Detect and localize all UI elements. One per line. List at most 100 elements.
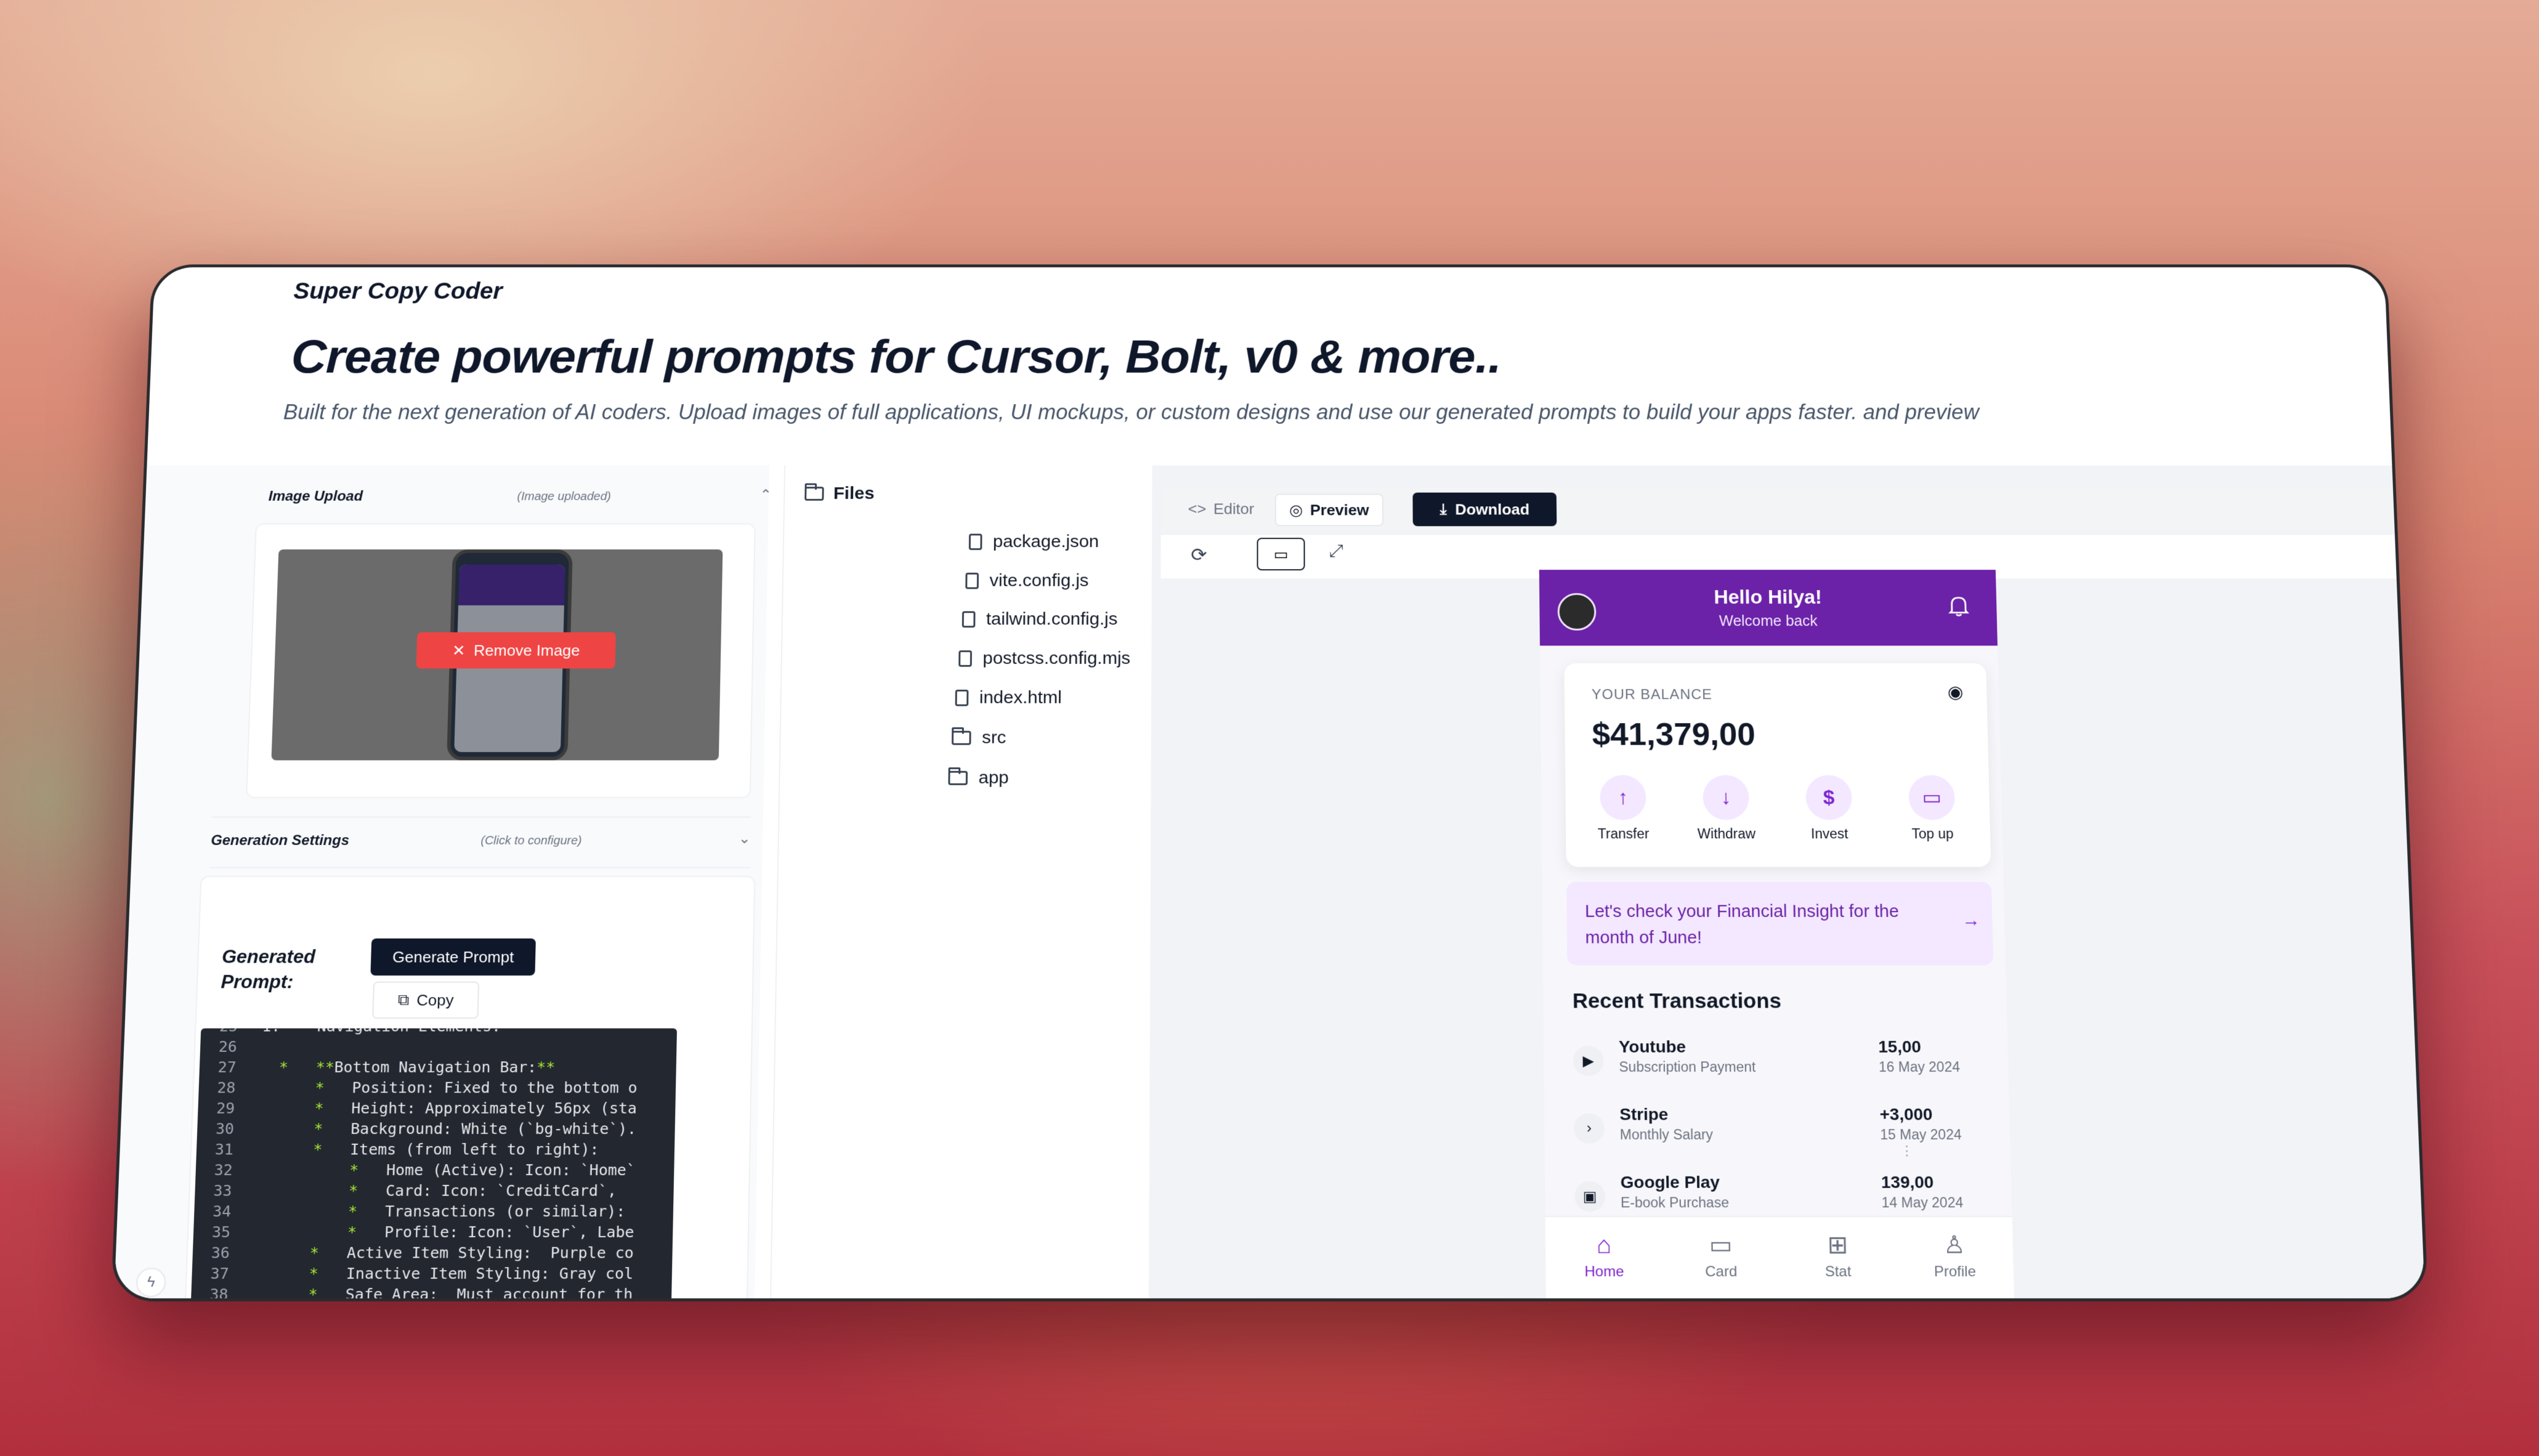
file-item[interactable]: index.html	[955, 688, 1062, 708]
code-line: 38 * Safe Area: Must account for th	[191, 1285, 633, 1301]
chevron-down-icon[interactable]: ⌄	[739, 830, 751, 847]
download-icon: ⤓	[1440, 499, 1447, 518]
resize-handle[interactable]: ⋮	[1900, 1143, 1913, 1159]
action-label: Top up	[1911, 826, 1954, 842]
file-name: tailwind.config.js	[986, 609, 1118, 629]
code-line: 33 * Card: Icon: `CreditCard`,	[195, 1182, 617, 1203]
line-number: 33	[213, 1181, 232, 1200]
code-line: 27 * **Bottom Navigation Bar:**	[199, 1058, 555, 1078]
line-number: 37	[210, 1264, 230, 1283]
nav-card[interactable]: ▭ Card	[1662, 1231, 1780, 1280]
quick-actions: ↑ Transfer ↓ Withdraw $ Invest ▭ Top up	[1577, 775, 1978, 842]
home-icon: ⌂	[1596, 1231, 1612, 1259]
file-name: postcss.config.mjs	[982, 649, 1131, 668]
uploaded-image-preview: ✕ Remove Image	[271, 549, 723, 761]
desktop-view-icon[interactable]: ▭	[1257, 538, 1305, 571]
eye-icon[interactable]: ◉	[1947, 682, 1963, 702]
code-text: * Safe Area: Must account for th	[308, 1285, 633, 1302]
action-invest[interactable]: $ Invest	[1783, 775, 1876, 842]
files-header: Files	[804, 484, 875, 504]
line-number: 36	[211, 1244, 230, 1262]
transaction-date: 16 May 2024	[1878, 1059, 1961, 1075]
folder-item[interactable]: app	[948, 768, 1009, 788]
tab-editor[interactable]: <> Editor	[1188, 494, 1254, 524]
tab-preview[interactable]: ◎ Preview	[1274, 493, 1383, 527]
brand-logo[interactable]: Super Copy Coder	[293, 279, 503, 305]
action-withdraw[interactable]: ↓ Withdraw	[1680, 775, 1772, 842]
profile-icon: ♙	[1943, 1231, 1966, 1259]
transaction-row[interactable]: › Stripe Monthly Salary +3,000 15 May 2024	[1573, 1104, 1991, 1165]
code-text: * Home (Active): Icon: `Home`	[349, 1161, 636, 1179]
action-icon: $	[1805, 775, 1853, 820]
chevron-up-icon[interactable]: ⌃	[759, 487, 772, 503]
nav-home[interactable]: ⌂ Home	[1545, 1231, 1663, 1280]
code-text: * **Bottom Navigation Bar:**	[278, 1058, 556, 1076]
code-line: 29 * Height: Approximately 56px (sta	[198, 1099, 638, 1120]
line-number: 26	[218, 1038, 238, 1056]
file-name: vite.config.js	[989, 571, 1089, 591]
code-line: 28 * Position: Fixed to the bottom o	[198, 1079, 638, 1099]
action-transfer[interactable]: ↑ Transfer	[1577, 775, 1669, 842]
line-number: 30	[215, 1120, 235, 1138]
line-number: 34	[212, 1202, 232, 1221]
bottom-navigation: ⌂ Home ▭ Card ⊞ Stat ♙ Profile	[1545, 1216, 2015, 1302]
transaction-description: E-book Purchase	[1620, 1194, 1730, 1211]
nav-label: Stat	[1824, 1263, 1852, 1280]
close-icon: ✕	[452, 641, 466, 659]
page-headline: Create powerful prompts for Cursor, Bolt…	[290, 330, 1502, 383]
file-item[interactable]: package.json	[968, 532, 1099, 552]
nav-stat[interactable]: ⊞ Stat	[1779, 1231, 1897, 1280]
expand-icon[interactable]: ⤢	[1329, 541, 1343, 561]
line-number: 32	[214, 1161, 233, 1179]
file-icon	[962, 611, 976, 628]
code-text: * Height: Approximately 56px (sta	[314, 1099, 638, 1117]
folder-item[interactable]: src	[951, 728, 1006, 748]
nav-label: Card	[1705, 1263, 1738, 1280]
bell-icon[interactable]	[1948, 594, 1969, 618]
code-text: * Profile: Icon: `User`, Labe	[347, 1223, 634, 1241]
file-name: index.html	[979, 687, 1062, 708]
action-top-up[interactable]: ▭ Top up	[1886, 775, 1978, 842]
transaction-row[interactable]: ▶ Youtube Subscription Payment 15,00 16 May …	[1573, 1037, 1990, 1098]
divider	[209, 867, 750, 868]
file-item[interactable]: vite.config.js	[965, 571, 1089, 591]
transaction-date: 14 May 2024	[1881, 1194, 1964, 1211]
file-icon	[965, 572, 979, 589]
line-number: 38	[209, 1285, 229, 1302]
recent-transactions-title: Recent Transactions	[1572, 989, 1782, 1013]
file-item[interactable]: tailwind.config.js	[962, 609, 1118, 629]
balance-amount: $41,379,00	[1592, 716, 1756, 753]
code-text: 1. **Navigation Elements:**	[262, 1029, 519, 1035]
copy-label: Copy	[416, 990, 454, 1009]
file-item[interactable]: postcss.config.mjs	[958, 649, 1130, 668]
transaction-date: 15 May 2024	[1880, 1126, 1962, 1143]
nav-profile[interactable]: ♙ Profile	[1896, 1231, 2014, 1280]
arrow-right-icon: →	[1961, 910, 1981, 931]
upload-section-header[interactable]: Image Upload	[268, 488, 363, 504]
settings-section-header[interactable]: Generation Settings	[211, 833, 349, 849]
file-name: package.json	[992, 532, 1099, 551]
tab-preview-label: Preview	[1310, 501, 1369, 519]
code-editor[interactable]: 25 1. **Navigation Elements:** 26 27 * **Bo…	[190, 1028, 678, 1302]
line-number: 35	[211, 1223, 231, 1241]
action-label: Withdraw	[1697, 826, 1756, 842]
copy-button[interactable]: ⧉ Copy	[372, 981, 480, 1019]
code-text: * Transactions (or similar):	[347, 1202, 626, 1221]
action-icon: ▭	[1908, 775, 1956, 820]
refresh-icon[interactable]: ⟳	[1191, 544, 1207, 566]
transaction-icon: ›	[1573, 1113, 1605, 1144]
transaction-amount: +3,000	[1879, 1104, 1933, 1124]
nav-label: Profile	[1934, 1263, 1977, 1280]
remove-image-button[interactable]: ✕ Remove Image	[416, 632, 616, 669]
code-line: 31 * Items (from left to right):	[196, 1141, 599, 1161]
line-number: 29	[216, 1099, 235, 1117]
download-button[interactable]: ⤓ Download	[1412, 492, 1557, 527]
generated-prompt-label: Generated Prompt:	[221, 946, 316, 993]
insight-banner[interactable]: Let's check your Financial Insight for t…	[1566, 881, 1994, 966]
generate-prompt-button[interactable]: Generate Prompt	[370, 938, 536, 976]
globe-icon: ◎	[1289, 501, 1303, 519]
code-line: 34 * Transactions (or similar):	[194, 1202, 626, 1223]
transaction-description: Monthly Salary	[1619, 1126, 1714, 1143]
card-icon: ▭	[1709, 1231, 1733, 1259]
